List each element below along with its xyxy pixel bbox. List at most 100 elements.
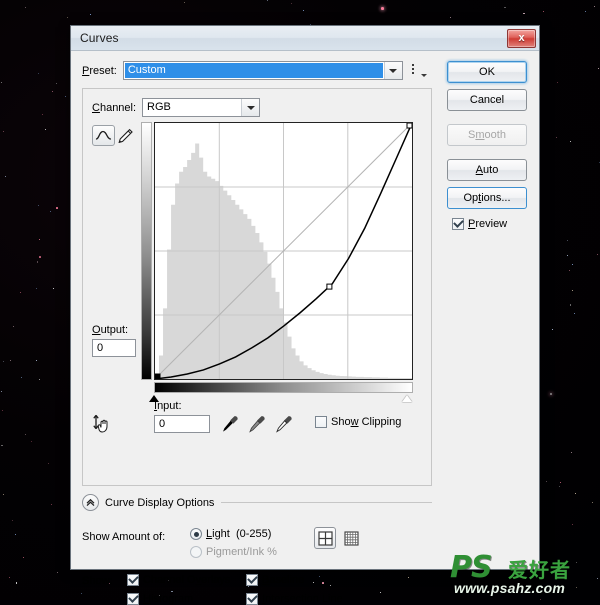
- star: [14, 534, 16, 535]
- channel-dropdown[interactable]: RGB: [142, 98, 261, 117]
- chevron-down-icon[interactable]: [383, 62, 402, 79]
- baseline-row[interactable]: Baseline: [246, 574, 304, 586]
- star: [572, 524, 574, 526]
- star: [303, 10, 305, 11]
- grid-tenths-icon[interactable]: [340, 527, 362, 549]
- star: [574, 492, 576, 494]
- vertical-gradient-ramp: [141, 122, 152, 380]
- curve-control-point[interactable]: [326, 283, 333, 290]
- eyedropper-white-point-icon[interactable]: [275, 414, 293, 434]
- star: [183, 2, 185, 4]
- auto-button[interactable]: Auto: [447, 159, 527, 181]
- star: [25, 7, 27, 9]
- star: [20, 292, 21, 293]
- horizontal-gradient-ramp: [154, 382, 413, 393]
- star: [567, 255, 569, 257]
- star: [584, 11, 586, 13]
- star: [12, 519, 14, 521]
- star: [557, 82, 559, 84]
- smooth-button: Smooth: [447, 124, 527, 146]
- white-point-slider[interactable]: [402, 395, 412, 402]
- star: [504, 6, 506, 9]
- star: [66, 17, 68, 19]
- pigment-radio[interactable]: [190, 546, 202, 558]
- curve-plot-area[interactable]: [154, 122, 413, 380]
- star: [598, 68, 600, 69]
- star: [449, 16, 452, 19]
- star: [53, 287, 54, 289]
- star: [35, 287, 37, 289]
- preset-menu-icon[interactable]: [411, 64, 427, 77]
- star: [575, 587, 577, 589]
- preset-dropdown[interactable]: Custom: [122, 61, 403, 80]
- channel-overlays-row[interactable]: Channel Overlays: [127, 574, 230, 586]
- star: [1, 444, 3, 447]
- grid-quarter-tones-icon[interactable]: [314, 527, 336, 549]
- show-amount-label: Show Amount of:: [82, 531, 166, 543]
- section-divider: [221, 502, 432, 503]
- cancel-button[interactable]: Cancel: [447, 89, 527, 111]
- auto-button-label: Auto: [475, 164, 499, 176]
- star: [381, 7, 384, 10]
- star: [47, 463, 49, 465]
- preview-row[interactable]: Preview: [452, 218, 507, 230]
- star: [1, 410, 3, 411]
- star: [380, 592, 381, 593]
- on-image-adjustment-icon[interactable]: [92, 414, 114, 434]
- star: [559, 481, 562, 484]
- histogram-row[interactable]: Histogram: [127, 593, 193, 605]
- output-input[interactable]: [92, 339, 136, 357]
- intersection-line-row[interactable]: Intersection Line: [246, 593, 343, 605]
- channel-value: RGB: [147, 101, 171, 113]
- star: [2, 131, 4, 133]
- intersection-line-checkbox[interactable]: [246, 593, 258, 605]
- star: [56, 571, 58, 573]
- star: [89, 13, 91, 15]
- star: [20, 377, 22, 379]
- curve-graph[interactable]: [141, 122, 416, 402]
- star: [49, 210, 51, 212]
- preset-label: Preset:: [82, 64, 117, 77]
- chevron-down-icon[interactable]: [241, 99, 260, 116]
- input-label: Input:: [154, 400, 182, 412]
- pencil-tool-icon[interactable]: [115, 125, 136, 146]
- star: [56, 207, 58, 209]
- star: [64, 96, 66, 98]
- star: [39, 238, 41, 240]
- star: [2, 494, 4, 496]
- baseline-checkbox[interactable]: [246, 574, 258, 586]
- channel-overlays-checkbox[interactable]: [127, 574, 139, 586]
- options-button[interactable]: Options...: [447, 187, 527, 209]
- star: [30, 441, 32, 443]
- star: [597, 577, 598, 579]
- star: [543, 10, 545, 12]
- curve-display-options-header[interactable]: Curve Display Options: [82, 494, 432, 511]
- curve-control-point[interactable]: [406, 123, 412, 129]
- input-input[interactable]: [154, 415, 210, 433]
- show-clipping-row[interactable]: Show Clipping: [315, 416, 401, 428]
- close-icon[interactable]: x: [507, 28, 536, 48]
- star: [573, 312, 575, 314]
- curve-control-point[interactable]: [155, 373, 161, 379]
- star: [52, 91, 54, 93]
- curve-tool-icon[interactable]: [92, 125, 115, 146]
- star: [36, 261, 39, 263]
- star: [9, 576, 10, 578]
- dialog-title: Curves: [80, 31, 119, 45]
- star: [55, 83, 57, 85]
- light-radio[interactable]: [190, 528, 202, 540]
- histogram-checkbox[interactable]: [127, 593, 139, 605]
- star: [569, 304, 572, 306]
- preview-checkbox[interactable]: [452, 218, 464, 230]
- chevron-up-icon[interactable]: [82, 494, 99, 511]
- radio-light-row[interactable]: Light (0-255): [190, 528, 271, 540]
- eyedropper-gray-point-icon[interactable]: [248, 414, 266, 434]
- star: [0, 390, 3, 393]
- ok-button[interactable]: OK: [447, 61, 527, 83]
- eyedropper-black-point-icon[interactable]: [221, 414, 239, 434]
- star: [576, 561, 578, 563]
- show-clipping-checkbox[interactable]: [315, 416, 327, 428]
- radio-pigment-row[interactable]: Pigment/Ink %: [190, 546, 277, 558]
- preset-row: Preset: Custom: [82, 61, 432, 80]
- preview-label: Preview: [468, 218, 508, 230]
